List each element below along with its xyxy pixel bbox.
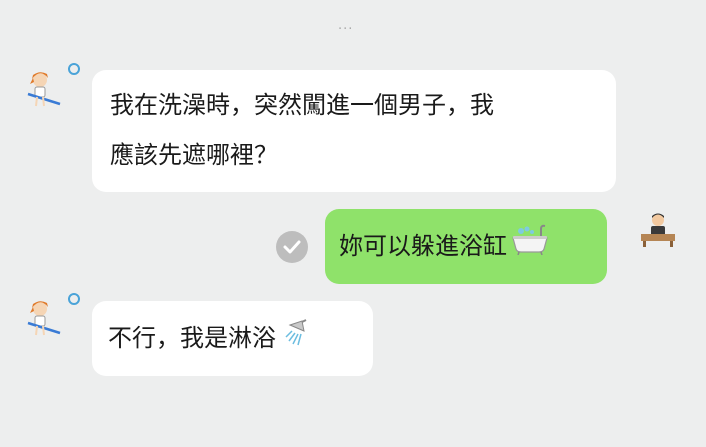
- message-bubble-incoming[interactable]: 不行，我是淋浴: [92, 301, 373, 376]
- bathtub-icon: [511, 222, 549, 272]
- message-text-line: 應該先遮哪裡？: [110, 141, 278, 169]
- girl-with-stick-icon: [27, 301, 61, 336]
- read-receipt-check: [276, 231, 308, 263]
- shower-icon: [280, 314, 308, 364]
- message-text: 不行，我是淋浴: [108, 324, 276, 352]
- more-indicator[interactable]: ···: [338, 22, 353, 37]
- message-bubble-incoming[interactable]: 我在洗澡時，突然闖進一個男子，我 應該先遮哪裡？: [92, 70, 616, 192]
- message-bubble-outgoing[interactable]: 妳可以躲進浴缸: [325, 209, 607, 284]
- online-status-ring: [68, 293, 80, 305]
- message-text-line: 我在洗澡時，突然闖進一個男子，我: [110, 91, 494, 119]
- checkmark-icon: [283, 240, 301, 254]
- contact-avatar[interactable]: [22, 68, 66, 112]
- person-at-desk-icon: [641, 213, 675, 247]
- online-status-ring: [68, 63, 80, 75]
- my-avatar[interactable]: [638, 210, 678, 250]
- message-text: 妳可以躲進浴缸: [339, 232, 507, 260]
- girl-with-stick-icon: [27, 72, 61, 107]
- contact-avatar[interactable]: [22, 297, 66, 341]
